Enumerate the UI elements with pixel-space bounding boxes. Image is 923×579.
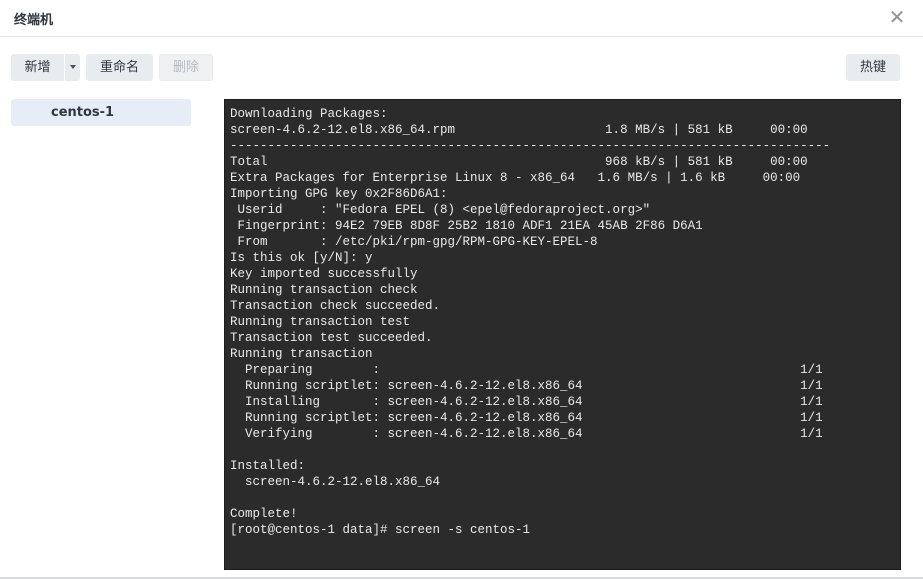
new-button[interactable]: 新增 xyxy=(11,54,64,81)
session-item-centos-1[interactable]: centos-1 xyxy=(11,99,191,126)
title-bar: 终端机 ✕ xyxy=(0,0,923,37)
rename-button[interactable]: 重命名 xyxy=(86,54,153,81)
terminal-console[interactable]: Downloading Packages: screen-4.6.2-12.el… xyxy=(224,99,901,570)
session-list: centos-1 xyxy=(11,99,191,126)
window-title: 终端机 xyxy=(14,13,54,28)
terminal-window: 终端机 ✕ 新增 重命名 删除 热键 centos-1 Downloading … xyxy=(0,0,923,579)
terminal-output: Downloading Packages: screen-4.6.2-12.el… xyxy=(230,107,831,537)
close-icon[interactable]: ✕ xyxy=(887,7,907,27)
new-dropdown-button[interactable] xyxy=(65,54,80,81)
delete-button[interactable]: 删除 xyxy=(159,54,213,81)
hotkey-button[interactable]: 热键 xyxy=(846,54,900,81)
toolbar: 新增 重命名 删除 热键 xyxy=(11,54,900,81)
chevron-down-icon xyxy=(69,64,76,69)
